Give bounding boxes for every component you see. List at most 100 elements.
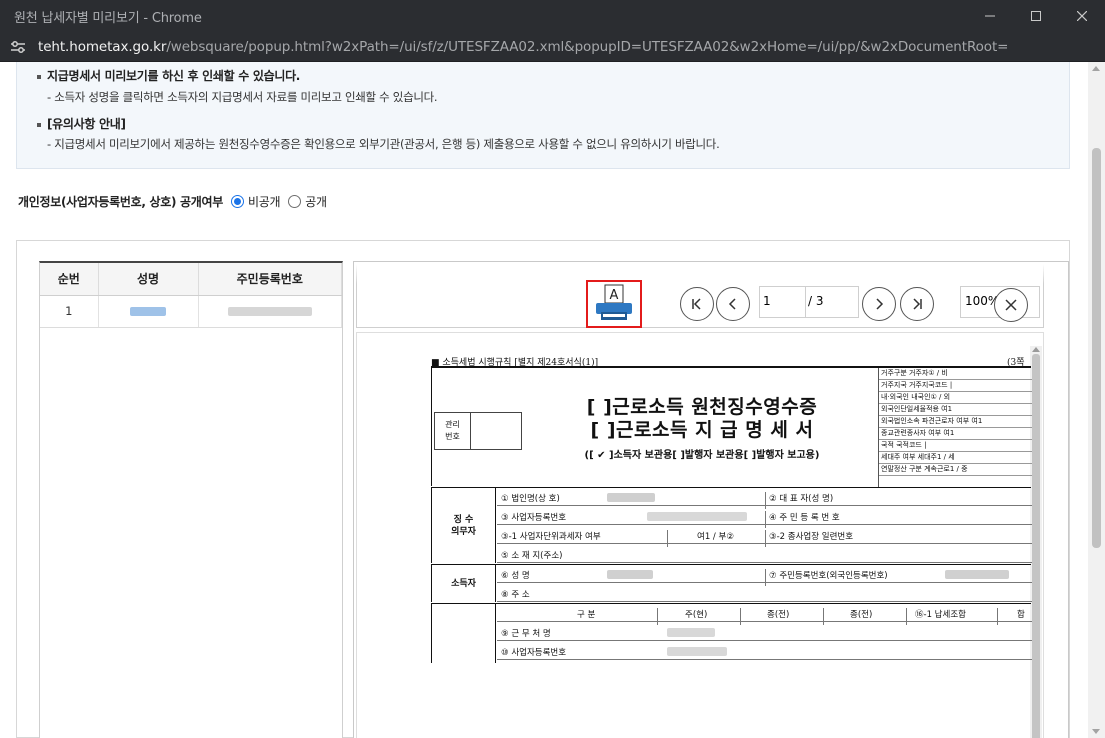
scroll-up-icon[interactable] bbox=[1092, 66, 1100, 71]
close-icon bbox=[1077, 11, 1087, 21]
privacy-label: 개인정보(사업자등록번호, 상호) 공개여부 bbox=[18, 195, 223, 209]
table-header-row: 순번 성명 주민등록번호 bbox=[40, 263, 342, 296]
side-row: 국적 국적코드 | bbox=[879, 440, 1032, 452]
close-window-button[interactable] bbox=[1059, 0, 1105, 32]
first-page-button[interactable] bbox=[680, 287, 714, 321]
bullet-icon bbox=[37, 122, 41, 127]
radio-circle[interactable] bbox=[288, 195, 302, 208]
side-row: 외국법인소속 파견근로자 여부 여1 bbox=[879, 416, 1032, 428]
income-col-union: ⑯-1 납세조합 bbox=[915, 610, 966, 620]
site-info-icon[interactable] bbox=[10, 40, 26, 54]
scroll-up-icon[interactable] bbox=[1032, 347, 1040, 352]
side-row: 종교관련종사자 여부 여1 bbox=[879, 428, 1032, 440]
page-content: 지급명세서 미리보기를 하신 후 인쇄할 수 있습니다. - 소득자 성명을 클… bbox=[0, 62, 1105, 738]
row-name-link[interactable] bbox=[98, 295, 199, 328]
report-viewer: A 1 / 3 100% ■ 소득세법 시행규칙 [별지 제24호서식(1)] … bbox=[353, 261, 1069, 738]
earner-list: 순번 성명 주민등록번호 1 bbox=[39, 261, 343, 738]
income-col-total: 합 bbox=[1017, 610, 1025, 620]
close-viewer-button[interactable] bbox=[994, 288, 1028, 322]
field-unit-taxpayer: ③-1 사업자단위과세자 여부 bbox=[501, 532, 601, 542]
blurred-rrn bbox=[227, 307, 312, 316]
blurred-name[interactable] bbox=[130, 307, 166, 316]
earner-section: 소득자 ⑥ 성 명 ⑦ 주민등록번호(외국인등록번호) ⑧ 주 소 bbox=[431, 564, 1032, 602]
document-header: 관리 번호 [ ]근로소득 원천징수영수증 [ ]근로소득 지 급 명 세 서 … bbox=[431, 366, 1032, 488]
preview-panel: 순번 성명 주민등록번호 1 A 1 / 3 100% ■ 소득세법 시행규칙 … bbox=[16, 240, 1070, 738]
field-earner-address: ⑧ 주 소 bbox=[501, 590, 530, 600]
blurred-value bbox=[945, 570, 1009, 579]
table-row[interactable]: 1 bbox=[40, 295, 342, 328]
privacy-disclosure: 개인정보(사업자등록번호, 상호) 공개여부 비공개 공개 bbox=[18, 193, 327, 210]
notice-sub-caution: - 지급명세서 미리보기에서 제공하는 원천징수영수증은 확인용으로 외부기관(… bbox=[47, 137, 720, 151]
chevron-left-icon bbox=[728, 298, 736, 310]
last-page-button[interactable] bbox=[900, 287, 934, 321]
income-header-row: 구 분 주(현) 종(전) 종(전) ⑯-1 납세조합 합 bbox=[497, 604, 1032, 625]
browser-window: 원천 납세자별 미리보기 - Chrome teht.hometax.go.kr… bbox=[0, 0, 1105, 738]
radio-circle-selected[interactable] bbox=[230, 195, 244, 208]
address-bar[interactable]: teht.hometax.go.kr/websquare/popup.html?… bbox=[0, 32, 1105, 62]
management-number-box: 관리 번호 bbox=[434, 412, 522, 450]
last-page-icon bbox=[913, 298, 922, 310]
radio-public[interactable]: 공개 bbox=[288, 193, 327, 210]
page-scroll-thumb[interactable] bbox=[1092, 148, 1101, 548]
minimize-button[interactable] bbox=[967, 0, 1013, 32]
notice-sub-print: - 소득자 성명을 클릭하면 소득자의 지급명세서 자료를 미리보고 인쇄할 수… bbox=[47, 90, 438, 104]
withholder-label: 징 수 의무자 bbox=[432, 488, 496, 563]
page-scrollbar[interactable] bbox=[1088, 62, 1105, 738]
title-bar: 원천 납세자별 미리보기 - Chrome bbox=[0, 0, 1105, 32]
earner-label: 소득자 bbox=[432, 565, 496, 602]
blurred-value bbox=[667, 628, 715, 637]
field-earner-name: ⑥ 성 명 bbox=[501, 571, 530, 581]
field-resident-number: ④ 주 민 등 록 번 호 bbox=[769, 513, 840, 523]
withholder-section: 징 수 의무자 ① 법인명(상 호) ② 대 표 자(성 명) ③ 사업자등록번… bbox=[431, 487, 1032, 563]
chevron-right-icon bbox=[876, 298, 884, 310]
earner-table: 순번 성명 주민등록번호 1 bbox=[40, 263, 342, 328]
notice-heading-print: 지급명세서 미리보기를 하신 후 인쇄할 수 있습니다. bbox=[37, 67, 300, 84]
side-row: 거주지국 거주지국코드 | bbox=[879, 380, 1032, 392]
maximize-button[interactable] bbox=[1013, 0, 1059, 32]
income-col-current: 주(현) bbox=[685, 610, 708, 620]
side-row: 연말정산 구분 계속근로1 / 중 bbox=[879, 464, 1032, 476]
print-button[interactable]: A bbox=[586, 280, 642, 328]
prev-page-button[interactable] bbox=[716, 287, 750, 321]
page-number-input[interactable]: 1 bbox=[760, 287, 806, 317]
management-number-label: 관리 번호 bbox=[435, 413, 471, 449]
url-text[interactable]: teht.hometax.go.kr/websquare/popup.html?… bbox=[38, 39, 1008, 55]
residency-info-table: 거주구분 거주자① / 비 거주지국 거주지국코드 | 내·외국인 내국인① /… bbox=[878, 368, 1032, 488]
withholder-row: ⑤ 소 재 지(주소) bbox=[497, 545, 1032, 563]
earner-row: ⑥ 성 명 ⑦ 주민등록번호(외국인등록번호) bbox=[497, 565, 1032, 586]
notice-box: 지급명세서 미리보기를 하신 후 인쇄할 수 있습니다. - 소득자 성명을 클… bbox=[16, 62, 1070, 169]
blurred-value bbox=[607, 493, 655, 502]
printer-icon: A bbox=[596, 284, 632, 320]
field-company-name: ① 법인명(상 호) bbox=[501, 494, 560, 504]
income-row: ⑨ 근 무 처 명 bbox=[497, 623, 1032, 641]
col-header-no: 순번 bbox=[40, 263, 99, 296]
col-header-rrn: 주민등록번호 bbox=[198, 263, 342, 296]
withholder-row: ③ 사업자등록번호 ④ 주 민 등 록 번 호 bbox=[497, 507, 1032, 528]
blurred-value bbox=[647, 512, 747, 521]
page-total: / 3 bbox=[808, 294, 824, 308]
field-branch-serial: ③-2 종사업장 일련번호 bbox=[769, 532, 854, 542]
income-col-prev1: 종(전) bbox=[767, 610, 790, 620]
radio-private[interactable]: 비공개 bbox=[230, 193, 281, 210]
next-page-button[interactable] bbox=[862, 287, 896, 321]
scroll-down-icon[interactable] bbox=[1092, 729, 1100, 734]
window-controls bbox=[967, 0, 1105, 32]
side-row: 세대주 여부 세대주1 / 세 bbox=[879, 452, 1032, 464]
print-paper-label: A bbox=[610, 288, 619, 303]
income-section: 구 분 주(현) 종(전) 종(전) ⑯-1 납세조합 합 ⑨ 근 무 처 명 … bbox=[431, 603, 1032, 663]
first-page-icon bbox=[692, 298, 701, 310]
field-workplace-name: ⑨ 근 무 처 명 bbox=[501, 629, 551, 639]
col-header-name: 성명 bbox=[98, 263, 199, 296]
side-row: 내·외국인 내국인① / 외 bbox=[879, 392, 1032, 404]
earner-row: ⑧ 주 소 bbox=[497, 584, 1032, 602]
income-col-category: 구 분 bbox=[577, 610, 596, 620]
document-titles: [ ]근로소득 원천징수영수증 [ ]근로소득 지 급 명 세 서 ([ ✔ ]… bbox=[542, 396, 862, 461]
income-row: ⑩ 사업자등록번호 bbox=[497, 642, 1032, 660]
withholder-row: ③-1 사업자단위과세자 여부 여1 / 부② ③-2 종사업장 일련번호 bbox=[497, 526, 1032, 547]
income-label bbox=[432, 604, 496, 663]
window-title: 원천 납세자별 미리보기 - Chrome bbox=[14, 11, 202, 26]
row-rrn bbox=[198, 295, 342, 328]
title-statement: [ ]근로소득 지 급 명 세 서 bbox=[590, 419, 814, 441]
blurred-value bbox=[607, 570, 653, 579]
withholding-receipt-document: ■ 소득세법 시행규칙 [별지 제24호서식(1)] (3쪽 관리 번호 [ ]… bbox=[431, 355, 1051, 685]
